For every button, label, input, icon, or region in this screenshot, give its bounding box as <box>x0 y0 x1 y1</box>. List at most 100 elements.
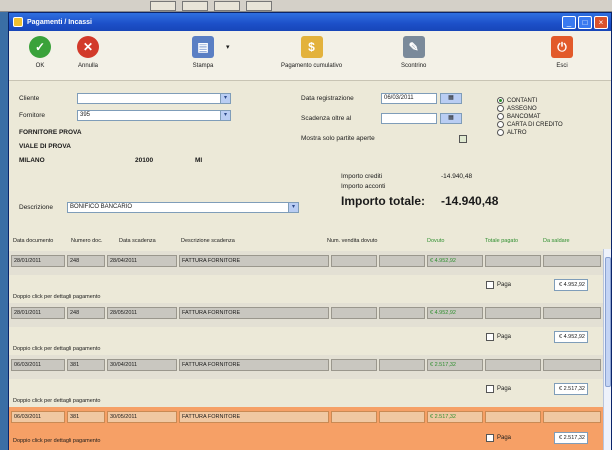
cell-num-doc: 381 <box>67 359 105 371</box>
chevron-down-icon[interactable]: ▾ <box>220 111 230 120</box>
row-hint: Doppio click per dettagli pagamento <box>13 346 101 352</box>
cell-totale-pagato <box>485 255 541 267</box>
table-row[interactable]: 06/03/2011 381 30/04/2011 FATTURA FORNIT… <box>9 355 605 379</box>
stampa-dropdown-icon[interactable]: ▾ <box>226 43 230 51</box>
table-row-selected[interactable]: 06/03/2011 381 30/05/2011 FATTURA FORNIT… <box>9 407 605 450</box>
cell-dovuto: € 2.517,32 <box>427 411 483 423</box>
table-row[interactable]: 28/01/2011 248 28/05/2011 FATTURA FORNIT… <box>9 303 605 327</box>
row-hint: Doppio click per dettagli pagamento <box>13 438 101 444</box>
descrizione-dropdown[interactable]: BONIFICO BANCARIO ▾ <box>67 202 299 213</box>
fornitore-label: Fornitore <box>19 112 46 119</box>
cliente-label: Cliente <box>19 95 40 102</box>
scadenza-field[interactable] <box>381 113 437 124</box>
payment-radio-contanti[interactable]: CONTANTI <box>497 97 537 104</box>
receipt-icon: ✎ <box>402 36 425 58</box>
importo-crediti-label: Importo crediti <box>341 173 383 180</box>
mostra-checkbox[interactable] <box>459 135 467 143</box>
payment-radio-altro[interactable]: ALTRO <box>497 129 527 136</box>
cell-empty <box>379 359 425 371</box>
cell-data-doc: 28/01/2011 <box>11 307 65 319</box>
payment-radio-carta[interactable]: CARTA DI CREDITO <box>497 121 563 128</box>
cell-descr: FATTURA FORNITORE <box>179 307 329 319</box>
cliente-dropdown[interactable]: ▾ <box>77 93 231 104</box>
radio-label: BANCOMAT <box>507 113 541 120</box>
radio-icon <box>497 129 504 136</box>
calendar-icon[interactable]: ▦ <box>440 113 462 124</box>
coins-icon: $ <box>300 36 323 58</box>
cell-num-vendita <box>331 255 377 267</box>
grid-header: Data documento Numero doc. Data scadenza… <box>9 235 605 249</box>
amount-field[interactable]: € 4.952,92 <box>554 279 588 291</box>
vertical-scrollbar[interactable] <box>603 249 611 450</box>
background-thumbnail <box>150 1 176 11</box>
province: MI <box>195 157 203 164</box>
close-button[interactable]: × <box>594 15 608 29</box>
data-registrazione-label: Data registrazione <box>301 95 354 102</box>
cell-num-doc: 248 <box>67 307 105 319</box>
cell-data-scad: 30/05/2011 <box>107 411 177 423</box>
amount-field[interactable]: € 2.517,32 <box>554 432 588 444</box>
row-hint: Doppio click per dettagli pagamento <box>13 398 101 404</box>
radio-label: CONTANTI <box>507 97 538 104</box>
radio-label: CARTA DI CREDITO <box>507 121 563 128</box>
calendar-icon[interactable]: ▦ <box>440 93 462 104</box>
amount-field[interactable]: € 4.952,92 <box>554 331 588 343</box>
scroll-thumb[interactable] <box>605 257 611 387</box>
fornitore-dropdown[interactable]: 395 ▾ <box>77 110 231 121</box>
cell-descr: FATTURA FORNITORE <box>179 359 329 371</box>
cell-data-scad: 28/05/2011 <box>107 307 177 319</box>
ok-button[interactable]: ✓ OK <box>29 36 51 69</box>
background-thumbnail <box>182 1 208 11</box>
radio-icon <box>497 121 504 128</box>
paga-checkbox[interactable] <box>486 333 494 341</box>
cell-dovuto: € 4.952,92 <box>427 307 483 319</box>
address-line1: FORNITORE PROVA <box>19 129 82 136</box>
cell-descr: FATTURA FORNITORE <box>179 411 329 423</box>
paga-checkbox[interactable] <box>486 434 494 442</box>
radio-icon <box>497 97 504 104</box>
data-registrazione-field[interactable]: 06/03/2011 <box>381 93 437 104</box>
importo-acconti-label: Importo acconti <box>341 183 386 190</box>
chevron-down-icon[interactable]: ▾ <box>288 203 298 212</box>
stampa-label: Stampa <box>192 63 214 69</box>
cell-da-saldare <box>543 307 601 319</box>
table-row[interactable]: 28/01/2011 248 28/04/2011 FATTURA FORNIT… <box>9 251 605 275</box>
radio-icon <box>497 105 504 112</box>
cell-num-vendita <box>331 359 377 371</box>
paga-label: Paga <box>497 282 512 288</box>
cell-totale-pagato <box>485 359 541 371</box>
esci-button[interactable]: ⏻ Esci <box>551 36 573 69</box>
radio-label: ASSEGNO <box>507 105 537 112</box>
app-icon <box>13 17 23 27</box>
cell-data-doc: 06/03/2011 <box>11 411 65 423</box>
annulla-button[interactable]: ✕ Annulla <box>77 36 99 69</box>
minimize-button[interactable]: _ <box>562 15 576 29</box>
maximize-button[interactable]: □ <box>578 15 592 29</box>
form-panel: Cliente ▾ Fornitore 395 ▾ FORNITORE PROV… <box>9 81 612 231</box>
payment-radio-bancomat[interactable]: BANCOMAT <box>497 113 541 120</box>
printer-icon: ▤ <box>192 36 214 58</box>
city: MILANO <box>19 157 45 164</box>
radio-label: ALTRO <box>507 129 527 136</box>
annulla-label: Annulla <box>77 63 98 69</box>
pagamento-cumulativo-button[interactable]: $ Pagamento cumulativo <box>281 36 342 69</box>
cell-num-vendita <box>331 307 377 319</box>
payment-radio-assegno[interactable]: ASSEGNO <box>497 105 537 112</box>
cell-da-saldare <box>543 411 601 423</box>
scontrino-button[interactable]: ✎ Scontrino <box>401 36 426 69</box>
cancel-icon: ✕ <box>77 36 99 58</box>
col-dovuto: Dovuto <box>427 238 445 244</box>
paga-checkbox[interactable] <box>486 281 494 289</box>
cell-data-scad: 28/04/2011 <box>107 255 177 267</box>
chevron-down-icon[interactable]: ▾ <box>220 94 230 103</box>
stampa-button[interactable]: ▤ Stampa <box>192 36 214 69</box>
amount-field[interactable]: € 2.517,32 <box>554 383 588 395</box>
descrizione-label: Descrizione <box>19 204 53 211</box>
cell-da-saldare <box>543 359 601 371</box>
toolbar: ✓ OK ✕ Annulla ▤ Stampa ▾ $ Pagamento cu… <box>9 31 611 81</box>
paga-checkbox[interactable] <box>486 385 494 393</box>
paga-label: Paga <box>497 334 512 340</box>
col-descrizione-scadenza: Descrizione scadenza <box>181 238 235 244</box>
background-window-strip <box>0 0 612 12</box>
importo-crediti-value: -14.940,48 <box>441 173 473 180</box>
